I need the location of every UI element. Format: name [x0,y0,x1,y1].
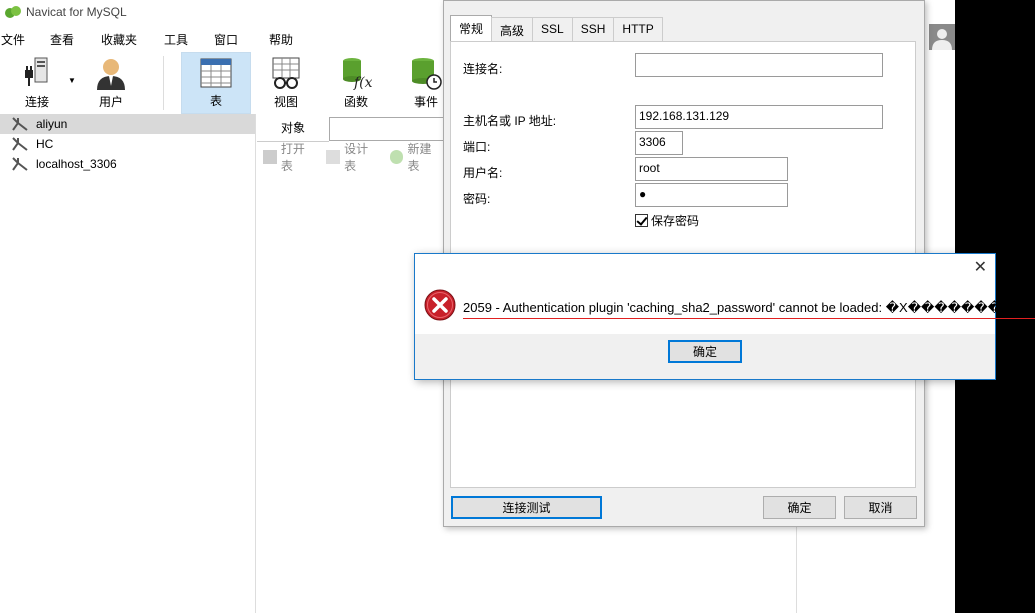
menu-help[interactable]: 帮助 [269,27,293,52]
tab-general[interactable]: 常规 [450,15,493,41]
port-label: 端口: [463,140,491,154]
function-label: 函数 [343,95,368,109]
username-label: 用户名: [463,166,503,180]
connect-label: 连接 [24,95,49,109]
connection-item[interactable]: aliyun [0,114,255,134]
new-table-label: 新建表 [407,142,432,173]
function-button[interactable]: f(x) 函数 [323,52,389,114]
connection-name: aliyun [36,117,68,131]
connection-item[interactable]: localhost_3306 [0,154,255,174]
object-search-input[interactable] [329,117,449,141]
open-table-button[interactable]: 打开表 [263,140,316,174]
title-strip [925,0,955,114]
new-table-icon [389,150,404,164]
dialog-tabs: 常规 高级 SSL SSH HTTP [450,15,663,41]
view-glasses-icon [272,57,300,89]
menu-favorites[interactable]: 收藏夹 [101,27,137,52]
password-label: 密码: [463,192,491,206]
user-button[interactable]: 用户 [78,52,144,114]
username-input[interactable]: root [635,157,788,181]
connection-icon [12,157,28,171]
design-table-icon [326,150,341,164]
connect-dropdown-icon[interactable]: ▼ [68,76,76,85]
password-input[interactable]: ● [635,183,788,207]
table-icon [200,58,232,88]
connection-icon [12,117,28,131]
design-table-label: 设计表 [344,142,369,173]
table-button[interactable]: 表 [181,52,251,114]
connection-name: localhost_3306 [36,157,117,171]
tab-advanced[interactable]: 高级 [491,17,534,41]
connection-name-label: 连接名: [463,62,503,76]
menu-window[interactable]: 窗口 [214,27,238,52]
menu-bar: 文件 查看 收藏夹 工具 窗口 帮助 [0,27,443,49]
design-table-button[interactable]: 设计表 [326,140,379,174]
view-label: 视图 [273,95,298,109]
checkbox-checked-icon[interactable] [635,214,648,227]
close-icon[interactable]: ✕ [974,257,987,277]
connection-name-input[interactable] [635,53,883,77]
error-ok-button[interactable]: 确定 [668,340,742,363]
objects-tab[interactable]: 对象 [257,114,329,142]
svg-text:f(x): f(x) [353,75,372,90]
host-input[interactable]: 192.168.131.129 [635,105,883,129]
event-clock-icon [412,58,442,90]
menu-file[interactable]: 文件 [1,27,25,52]
user-icon [97,59,125,90]
open-table-icon [263,150,277,164]
avatar-icon[interactable] [929,24,955,50]
app-title: Navicat for MySQL [26,5,127,19]
test-connection-button[interactable]: 连接测试 [451,496,602,519]
connection-icon [12,137,28,151]
port-input[interactable]: 3306 [635,131,683,155]
table-label: 表 [209,94,222,108]
new-table-button[interactable]: 新建表 [389,140,443,174]
navicat-logo-icon [5,6,21,18]
dialog-cancel-button[interactable]: 取消 [844,496,917,519]
function-icon: f(x) [343,58,372,90]
error-dialog: ✕ 2059 - Authentication plugin 'caching_… [414,253,1035,380]
object-toolbar: 打开表 设计表 新建表 [257,140,447,174]
toolbar: ▼ 连接 用户 表 视图 f(x 函数 事件 [0,52,443,114]
error-dialog-header: ✕ [415,254,995,281]
open-table-label: 打开表 [280,142,305,173]
dialog-ok-button[interactable]: 确定 [763,496,836,519]
save-password-checkbox[interactable]: 保存密码 [635,212,699,229]
tab-ssh[interactable]: SSH [571,17,615,41]
menu-view[interactable]: 查看 [50,27,74,52]
tab-ssl[interactable]: SSL [532,17,573,41]
connection-sidebar: aliyun HC localhost_3306 [0,114,256,613]
user-label: 用户 [98,95,123,109]
tab-http[interactable]: HTTP [613,17,663,41]
view-button[interactable]: 视图 [253,52,319,114]
menu-tools[interactable]: 工具 [164,27,188,52]
save-password-label: 保存密码 [651,214,700,228]
error-icon [424,289,456,321]
error-dialog-body: 2059 - Authentication plugin 'caching_sh… [415,281,1035,334]
connection-item[interactable]: HC [0,134,255,154]
toolbar-separator [163,56,164,110]
connect-button[interactable]: ▼ 连接 [4,52,76,114]
connection-name: HC [36,137,54,151]
objects-tab-label: 对象 [280,121,305,135]
error-message: 2059 - Authentication plugin 'caching_sh… [463,297,1035,319]
host-label: 主机名或 IP 地址: [463,114,557,128]
connect-plug-icon [25,57,48,86]
